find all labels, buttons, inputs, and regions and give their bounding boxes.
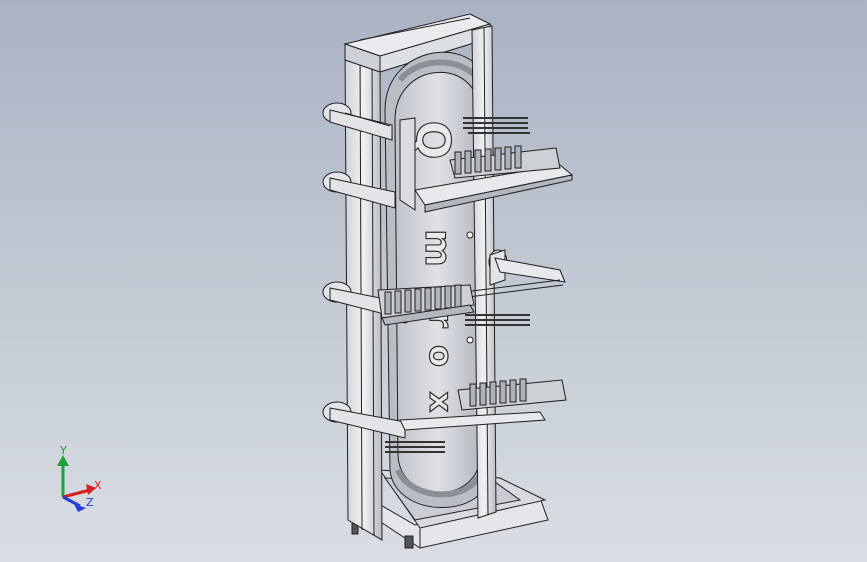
z-axis-arrow <box>62 495 81 508</box>
belt-letter: x <box>422 392 460 413</box>
belt-letter: o <box>422 345 460 367</box>
y-axis-label: Y <box>59 444 67 457</box>
conveyor-model-view[interactable]: Q m r o x Y X Z <box>0 0 867 562</box>
x-axis-label: X <box>94 479 102 492</box>
belt-letter: m <box>417 229 458 267</box>
orientation-triad[interactable]: Y X Z <box>57 444 102 512</box>
cad-viewport[interactable]: Q m r o x Y X Z <box>0 0 867 562</box>
z-axis-label: Z <box>86 496 94 509</box>
